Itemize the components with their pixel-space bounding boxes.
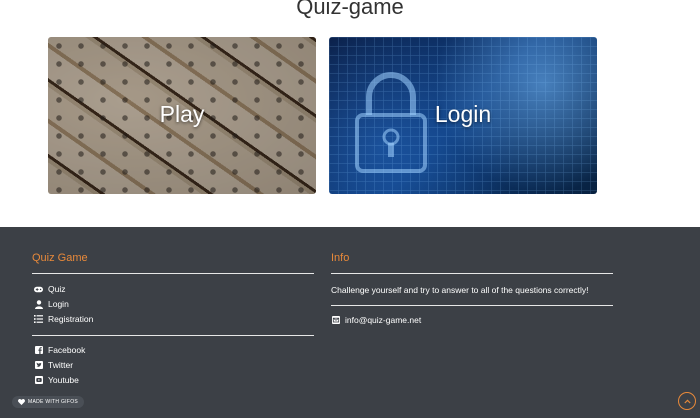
divider xyxy=(32,335,314,336)
play-card[interactable]: Play xyxy=(48,37,316,194)
info-text: Challenge yourself and try to answer to … xyxy=(331,285,589,295)
footer-link-label: Login xyxy=(48,299,69,309)
login-card[interactable]: Login xyxy=(329,37,597,194)
footer-link-facebook[interactable]: Facebook xyxy=(34,345,85,355)
footer-link-label: Facebook xyxy=(48,345,86,355)
email-address: info@quiz-game.net xyxy=(345,315,422,325)
facebook-icon xyxy=(34,346,43,355)
footer-link-label: Youtube xyxy=(48,375,79,385)
footer-link-label: Quiz xyxy=(48,284,66,294)
chevron-up-icon xyxy=(683,398,691,403)
twitter-icon xyxy=(34,361,43,370)
youtube-icon xyxy=(34,376,43,385)
footer-link-label: Registration xyxy=(48,314,94,324)
badge-label: MADE WITH GIFOS xyxy=(28,399,79,405)
footer-link-label: Twitter xyxy=(48,360,74,370)
user-icon xyxy=(34,299,43,309)
divider xyxy=(32,273,314,274)
envelope-icon xyxy=(331,316,340,325)
gamepad-icon xyxy=(34,285,43,294)
list-icon xyxy=(34,315,43,324)
divider xyxy=(331,273,613,274)
scroll-to-top-button[interactable] xyxy=(678,392,696,410)
made-with-badge[interactable]: MADE WITH GIFOS xyxy=(12,396,85,408)
footer-link-registration[interactable]: Registration xyxy=(34,314,93,324)
login-label: Login xyxy=(434,101,492,127)
footer-heading-info: Info xyxy=(331,252,350,264)
footer-link-login[interactable]: Login xyxy=(34,299,69,309)
footer-link-quiz[interactable]: Quiz xyxy=(34,284,65,294)
play-label: Play xyxy=(159,101,205,127)
footer-link-twitter[interactable]: Twitter xyxy=(34,360,73,370)
footer: Quiz Game Quiz Login Registration Facebo… xyxy=(0,227,700,418)
heart-icon xyxy=(18,399,25,405)
divider xyxy=(331,305,613,306)
page-title: Quiz-game xyxy=(296,0,404,19)
footer-link-youtube[interactable]: Youtube xyxy=(34,375,79,385)
footer-email-link[interactable]: info@quiz-game.net xyxy=(331,315,421,325)
footer-heading-quiz-game: Quiz Game xyxy=(32,252,88,264)
